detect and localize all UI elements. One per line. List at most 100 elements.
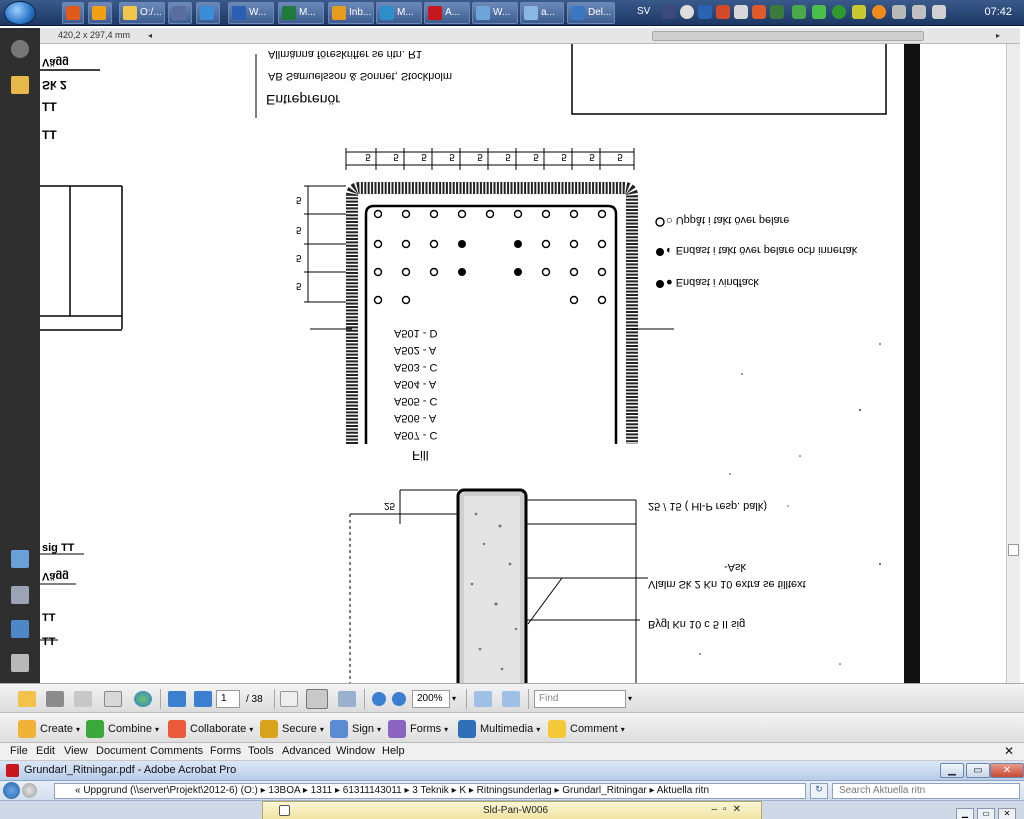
tray-icon[interactable]: [832, 5, 846, 19]
menu-comments[interactable]: Comments: [150, 745, 203, 757]
taskbar-button-outlook[interactable]: Inb...: [328, 2, 374, 24]
taskbar-app-icon[interactable]: [168, 2, 192, 24]
taskbar-app-icon[interactable]: [88, 2, 112, 24]
search-input[interactable]: Search Aktuella ritn: [832, 783, 1020, 799]
next-page-icon[interactable]: [168, 691, 186, 707]
horizontal-scrollbar[interactable]: [652, 31, 924, 41]
scroll-right-icon[interactable]: ▸: [996, 31, 1000, 40]
secure-button[interactable]: Secure ▾: [260, 719, 324, 739]
forward-icon[interactable]: [22, 783, 37, 798]
minimize-button[interactable]: ▁: [940, 763, 964, 778]
email-icon[interactable]: [104, 691, 122, 707]
taskbar-app-icon[interactable]: [62, 2, 84, 24]
zoom-in-icon[interactable]: [392, 692, 406, 706]
zoom-field[interactable]: 200%: [412, 690, 450, 708]
scroll-left-icon[interactable]: ◂: [148, 31, 152, 40]
taskbar-button-word[interactable]: W...: [228, 2, 274, 24]
close-document-icon[interactable]: ✕: [1004, 744, 1014, 758]
tray-icon[interactable]: [752, 5, 766, 19]
scroll-thumb[interactable]: [1008, 544, 1019, 556]
tray-icon[interactable]: [698, 5, 712, 19]
zoom-dropdown-icon[interactable]: ▾: [452, 694, 456, 703]
tray-icon[interactable]: [872, 5, 886, 19]
find-field[interactable]: Find: [534, 690, 626, 708]
start-button[interactable]: [4, 1, 36, 25]
create-button[interactable]: Create ▾: [18, 719, 80, 739]
taskbar-button-window-2[interactable]: a...: [520, 2, 564, 24]
collaborate-button[interactable]: Collaborate ▾: [168, 719, 253, 739]
sign-button[interactable]: Sign ▾: [330, 719, 381, 739]
back-icon[interactable]: [3, 782, 20, 799]
bottom-window-controls[interactable]: –▫✕: [712, 804, 748, 815]
taskbar-button-explorer[interactable]: O:/...: [119, 2, 165, 24]
menu-help[interactable]: Help: [382, 745, 405, 757]
tray-icon[interactable]: [734, 5, 748, 19]
network-icon[interactable]: [892, 5, 906, 19]
menu-window[interactable]: Window: [336, 745, 375, 757]
tray-icon[interactable]: [680, 5, 694, 19]
tray-icon[interactable]: [662, 5, 676, 19]
print-icon[interactable]: [46, 691, 64, 707]
clock[interactable]: 07:42: [984, 6, 1012, 18]
taskbar-button-acrobat[interactable]: A...: [424, 2, 470, 24]
menu-tools[interactable]: Tools: [248, 745, 274, 757]
find-dropdown-icon[interactable]: ▾: [628, 694, 632, 703]
taskbar-button-window-3[interactable]: Del...: [567, 2, 615, 24]
fit-page-icon[interactable]: [502, 691, 520, 707]
bottom-window-tab[interactable]: Sld-Pan-W006 –▫✕: [262, 801, 762, 819]
taskbar-button-app[interactable]: M...: [376, 2, 422, 24]
combine-button[interactable]: Combine ▾: [86, 719, 159, 739]
taskbar-button-window[interactable]: W...: [472, 2, 518, 24]
page-number-field[interactable]: 1: [216, 690, 240, 708]
restore-button[interactable]: ▭: [977, 808, 995, 819]
tray-icon[interactable]: [770, 5, 784, 19]
comment-icon[interactable]: [11, 76, 29, 94]
comment-bubble-icon: [548, 720, 566, 738]
menu-edit[interactable]: Edit: [36, 745, 55, 757]
language-indicator[interactable]: SV: [637, 6, 650, 17]
multimedia-button[interactable]: Multimedia ▾: [458, 719, 540, 739]
menu-file[interactable]: File: [10, 745, 28, 757]
address-field[interactable]: « Uppgrund (\\server\Projekt\2012-6) (O:…: [54, 783, 806, 799]
dimension-value: 5: [505, 151, 511, 162]
vertical-scrollbar[interactable]: [1006, 44, 1020, 683]
save-icon[interactable]: [74, 691, 92, 707]
volume-icon[interactable]: [912, 5, 926, 19]
previous-page-icon[interactable]: [194, 691, 212, 707]
zoom-tool-icon[interactable]: [338, 691, 356, 707]
menu-document[interactable]: Document: [96, 745, 146, 757]
menu-forms[interactable]: Forms: [210, 745, 241, 757]
layers-icon[interactable]: [11, 586, 29, 604]
attachment-icon[interactable]: [11, 40, 29, 58]
side-dimension: 5: [296, 280, 302, 291]
side-dimension: 5: [296, 252, 302, 263]
fit-width-icon[interactable]: [474, 691, 492, 707]
tray-icon[interactable]: [716, 5, 730, 19]
hand-tool-icon[interactable]: [306, 689, 328, 709]
maximize-button[interactable]: ▭: [966, 763, 990, 778]
menu-advanced[interactable]: Advanced: [282, 745, 331, 757]
speaker-icon[interactable]: [932, 5, 946, 19]
forms-button[interactable]: Forms ▾: [388, 719, 448, 739]
tray-icon[interactable]: [812, 5, 826, 19]
zoom-out-icon[interactable]: [372, 692, 386, 706]
minimize-button[interactable]: ▁: [956, 808, 974, 819]
structure-icon[interactable]: [11, 550, 29, 568]
web-icon[interactable]: [134, 691, 152, 707]
menu-view[interactable]: View: [64, 745, 88, 757]
bookmarks-icon[interactable]: [11, 620, 29, 638]
taskbar-app-icon[interactable]: [196, 2, 220, 24]
tray-icon[interactable]: [792, 5, 806, 19]
tray-icon[interactable]: [852, 5, 866, 19]
dimension-value: 5: [393, 151, 399, 162]
section-label: A505 - C: [394, 395, 438, 407]
comment-button[interactable]: Comment ▾: [548, 719, 625, 739]
pages-icon[interactable]: [11, 654, 29, 672]
close-button[interactable]: ✕: [998, 808, 1016, 819]
select-tool-icon[interactable]: [280, 691, 298, 707]
open-folder-icon[interactable]: [18, 691, 36, 707]
document-canvas[interactable]: Entreprenör AB Samuelsson & Sonnet, Stoc…: [40, 44, 1006, 683]
refresh-icon[interactable]: ↻: [810, 783, 828, 799]
taskbar-button-excel[interactable]: M...: [278, 2, 324, 24]
close-button[interactable]: ✕: [990, 763, 1024, 778]
